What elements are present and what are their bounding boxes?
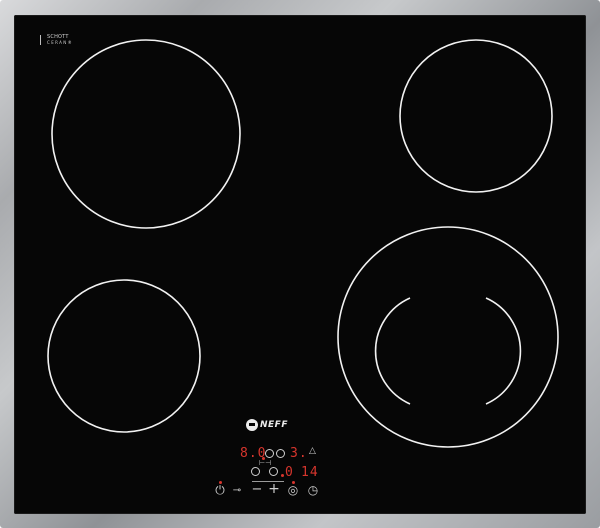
zone-secondary-display: 3.	[290, 446, 308, 461]
timer-prefix-display: 0	[285, 465, 294, 480]
plus-button[interactable]: +	[268, 482, 280, 496]
cooking-zone-dual-inner-left-arc	[374, 297, 411, 405]
cooking-zone-dual-inner-right-arc	[485, 297, 522, 405]
timer-button[interactable]: ◷	[306, 484, 320, 496]
cooking-zone-front-left-large	[51, 39, 241, 229]
cooking-zone-dual-outer	[337, 226, 559, 448]
glass-brand-label: SCHOTT CERAN®	[40, 35, 73, 45]
timer-display: 14	[301, 465, 319, 480]
minus-button[interactable]: −	[251, 483, 263, 496]
power-button[interactable]: ⏻	[213, 484, 227, 496]
zone-indicator-right-icon	[276, 449, 285, 458]
timer-active-dot	[281, 474, 284, 477]
brand-logo: NEFF	[246, 419, 288, 431]
bell-icon[interactable]: △	[309, 447, 316, 456]
zone-indicator-lower-right-icon	[269, 467, 278, 476]
child-lock-button[interactable]: ⊸	[230, 486, 244, 496]
boost-button[interactable]: ◎	[286, 484, 300, 496]
cooking-zone-rear-right	[399, 39, 553, 193]
glass-brand-line2: CERAN®	[47, 40, 74, 45]
zone-link-icon: ⊢⊣	[259, 459, 272, 467]
brand-mark-icon	[246, 419, 258, 431]
zone-indicator-left-icon	[265, 449, 274, 458]
cooking-zone-front-left-small	[47, 279, 201, 433]
zone-indicator-lower-left-icon	[251, 467, 260, 476]
brand-name: NEFF	[260, 420, 288, 430]
